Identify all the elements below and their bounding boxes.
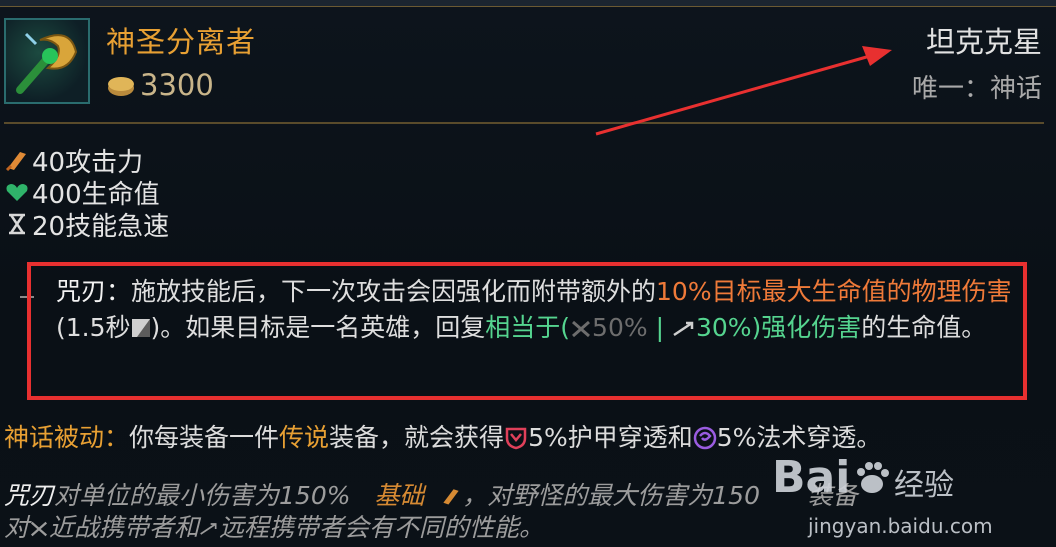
ranged-icon	[200, 523, 217, 535]
top-strip	[0, 0, 1056, 7]
watermark-logo: Bai	[772, 452, 851, 503]
attack-damage-icon	[443, 489, 459, 505]
item-name: 神圣分离者	[106, 25, 257, 59]
item-unique: 唯一：神话	[911, 74, 1042, 104]
divine-sunderer-icon	[4, 18, 90, 104]
note-text: 远程携带者会有不同的性能。	[219, 513, 545, 542]
attack-damage-icon	[5, 152, 26, 172]
stat-label: 20技能急速	[32, 211, 170, 242]
mythic-text: 你每装备一件	[129, 423, 280, 452]
note-text: 对单位的最小伤害为150%	[54, 481, 351, 510]
note-text: 近战携带者和	[49, 513, 200, 542]
watermark-url: jingyan.baidu.com	[808, 514, 993, 538]
divider	[4, 122, 1044, 124]
magic-pen-icon	[693, 426, 716, 450]
note-keyword: 咒刃	[4, 481, 55, 510]
baidu-watermark: Bai 经验 jingyan.baidu.com	[772, 452, 1002, 547]
mythic-passive: 神话被动：你每装备一件传说装备，就会获得 5%护甲穿透和 5%法术穿透。	[4, 418, 1044, 454]
paw-icon	[857, 462, 889, 493]
stat-health: 400生命值	[4, 176, 160, 210]
armor-pen: 5%护甲穿透	[528, 423, 668, 452]
item-class: 坦克克星	[925, 25, 1042, 59]
stat-attack-damage: 40攻击力	[4, 144, 143, 178]
armor-pen-icon	[505, 427, 527, 450]
note-base: 基础	[374, 481, 425, 510]
mythic-text: 装备，就会获得	[329, 423, 505, 452]
mythic-label: 神话被动：	[4, 423, 130, 452]
health-icon	[6, 184, 28, 201]
note-text: ，对野怪的最大伤害为150	[462, 481, 760, 510]
magic-pen: 5%法术穿透。	[716, 423, 882, 452]
item-cost: 3300	[140, 68, 214, 102]
mythic-text: 和	[667, 423, 693, 452]
stat-ability-haste: 20技能急速	[4, 208, 170, 242]
annotation-highlight-box	[27, 262, 1027, 400]
legend-keyword: 传说	[279, 423, 330, 452]
note-text: 对	[4, 513, 30, 542]
ability-haste-icon	[9, 213, 25, 235]
gold-coin-icon	[108, 77, 134, 96]
melee-icon	[30, 521, 48, 537]
watermark-sub: 经验	[894, 468, 954, 503]
